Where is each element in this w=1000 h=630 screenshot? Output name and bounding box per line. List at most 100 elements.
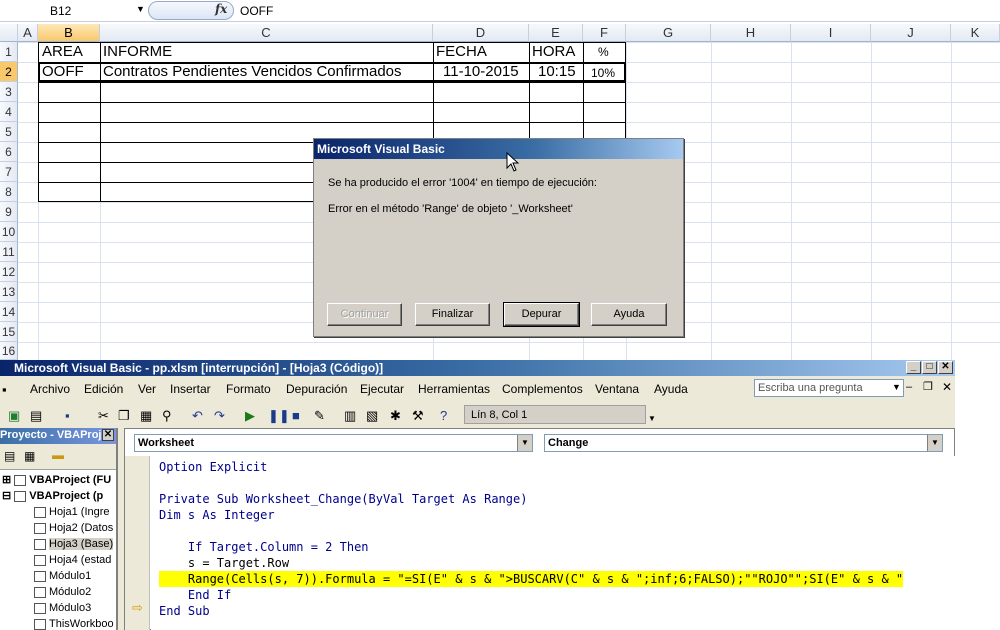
tree-item[interactable]: Hoja2 (Datos	[34, 520, 113, 536]
row-header-14[interactable]: 14	[0, 302, 18, 322]
chevron-down-icon[interactable]: ▼	[136, 4, 145, 14]
minimize-icon[interactable]: _	[906, 361, 921, 374]
column-header-c[interactable]: C	[100, 24, 433, 42]
undo-icon[interactable]: ↶	[192, 408, 203, 424]
row-header-2[interactable]: 2	[0, 62, 18, 82]
code-line[interactable]: Dim s As Integer	[159, 507, 275, 523]
tree-item-selected[interactable]: Hoja3 (Base)	[34, 536, 114, 552]
save-icon[interactable]: ▪	[65, 408, 70, 423]
row-header-9[interactable]: 9	[0, 202, 18, 222]
code-line[interactable]: End If	[159, 587, 231, 603]
column-header-i[interactable]: I	[791, 24, 871, 42]
column-header-h[interactable]: H	[711, 24, 791, 42]
select-all-corner[interactable]	[0, 24, 18, 42]
ask-question-input[interactable]: Escriba una pregunta	[754, 379, 904, 397]
procedure-dropdown[interactable]: Change ▼	[544, 434, 943, 452]
insert-function-icon[interactable]: fx	[215, 2, 227, 16]
tree-item[interactable]: Módulo3	[34, 600, 91, 616]
tree-item[interactable]: ⊟ VBAProject (p	[2, 488, 103, 504]
chevron-down-icon[interactable]: ▼	[517, 435, 532, 451]
object-dropdown[interactable]: Worksheet ▼	[134, 434, 533, 452]
project-explorer-title[interactable]: Proyecto - VBAProj ✕	[0, 428, 116, 444]
menu-depuracion[interactable]: Depuración	[286, 382, 347, 396]
restore-icon[interactable]: ❐	[923, 380, 933, 393]
view-object-icon[interactable]: ▦	[24, 449, 35, 463]
help-button[interactable]: Ayuda	[591, 303, 667, 326]
menu-edicion[interactable]: Edición	[84, 382, 123, 396]
breakpoint-margin[interactable]: ⇨	[125, 456, 150, 630]
formula-input[interactable]: OOFF	[240, 4, 273, 18]
object-browser-icon[interactable]: ✱	[390, 408, 401, 424]
row-header-6[interactable]: 6	[0, 142, 18, 162]
menu-ayuda[interactable]: Ayuda	[654, 382, 688, 396]
close-icon[interactable]: ✕	[102, 429, 114, 441]
code-line[interactable]: Option Explicit	[159, 459, 267, 475]
cell-area[interactable]: OOFF	[42, 62, 84, 82]
menu-complementos[interactable]: Complementos	[502, 382, 583, 396]
menu-herramientas[interactable]: Herramientas	[418, 382, 490, 396]
row-header-3[interactable]: 3	[0, 82, 18, 102]
break-icon[interactable]: ❚❚	[268, 408, 290, 424]
row-header-16[interactable]: 16	[0, 342, 18, 360]
row-header-11[interactable]: 11	[0, 242, 18, 262]
column-header-k[interactable]: K	[951, 24, 1000, 42]
column-header-a[interactable]: A	[18, 24, 38, 42]
copy-icon[interactable]: ❐	[118, 408, 130, 424]
code-line[interactable]: If Target.Column = 2 Then	[159, 539, 369, 555]
menu-archivo[interactable]: Archivo	[30, 382, 70, 396]
menu-ejecutar[interactable]: Ejecutar	[360, 382, 404, 396]
menu-formato[interactable]: Formato	[226, 382, 271, 396]
project-explorer-icon[interactable]: ▥	[344, 408, 356, 424]
view-excel-icon[interactable]: ▣	[8, 408, 20, 424]
help-icon[interactable]: ?	[440, 408, 447, 423]
tree-item[interactable]: Hoja4 (estad	[34, 552, 111, 568]
cell-fecha[interactable]: 11-10-2015	[443, 62, 519, 82]
row-header-7[interactable]: 7	[0, 162, 18, 182]
code-editor[interactable]: Option Explicit Private Sub Worksheet_Ch…	[151, 456, 956, 630]
toolbox-icon[interactable]: ⚒	[412, 408, 424, 424]
row-header-1[interactable]: 1	[0, 42, 18, 62]
app-icon[interactable]: ▪	[2, 382, 7, 397]
row-header-12[interactable]: 12	[0, 262, 18, 282]
tree-item[interactable]: Módulo2	[34, 584, 91, 600]
maximize-icon[interactable]: □	[922, 361, 937, 374]
code-line-highlighted[interactable]: Range(Cells(s, 7)).Formula = "=SI(E" & s…	[159, 571, 904, 587]
row-header-15[interactable]: 15	[0, 322, 18, 342]
column-header-g[interactable]: G	[626, 24, 711, 42]
chevron-down-icon[interactable]: ▼	[892, 382, 901, 392]
end-button[interactable]: Finalizar	[415, 303, 490, 326]
dialog-title[interactable]: Microsoft Visual Basic	[314, 139, 683, 159]
tree-item[interactable]: ⊞ VBAProject (FU	[2, 472, 111, 488]
header-cell-hora[interactable]: HORA	[532, 42, 575, 62]
menu-ventana[interactable]: Ventana	[595, 382, 639, 396]
header-cell-fecha[interactable]: FECHA	[436, 42, 487, 62]
menu-ver[interactable]: Ver	[138, 382, 156, 396]
row-header-13[interactable]: 13	[0, 282, 18, 302]
header-cell-percent[interactable]: %	[598, 42, 609, 62]
row-header-10[interactable]: 10	[0, 222, 18, 242]
column-header-d[interactable]: D	[433, 24, 529, 42]
column-header-e[interactable]: E	[529, 24, 583, 42]
code-line[interactable]: s = Target.Row	[159, 555, 289, 571]
code-line[interactable]: Private Sub Worksheet_Change(ByVal Targe…	[159, 491, 527, 507]
tree-item[interactable]: Módulo1	[34, 568, 91, 584]
name-box[interactable]: B12	[0, 1, 148, 21]
insert-module-icon[interactable]: ▤	[30, 408, 42, 424]
toolbar-options-icon[interactable]: ▼	[648, 414, 656, 423]
chevron-down-icon[interactable]: ▼	[927, 435, 942, 451]
cut-icon[interactable]: ✂	[98, 408, 109, 424]
cell-informe[interactable]: Contratos Pendientes Vencidos Confirmado…	[103, 62, 402, 82]
row-header-8[interactable]: 8	[0, 182, 18, 202]
close-icon[interactable]: ✕	[938, 361, 953, 374]
cell-percent[interactable]: 10%	[591, 63, 615, 83]
vbe-title-bar[interactable]: Microsoft Visual Basic - pp.xlsm [interr…	[0, 360, 955, 376]
row-header-5[interactable]: 5	[0, 122, 18, 142]
column-header-b[interactable]: B	[38, 24, 100, 42]
header-cell-area[interactable]: AREA	[42, 42, 83, 62]
close-icon[interactable]: ✕	[942, 380, 952, 394]
design-mode-icon[interactable]: ✎	[314, 408, 325, 424]
column-header-j[interactable]: J	[871, 24, 951, 42]
paste-icon[interactable]: ▦	[140, 408, 152, 424]
cell-hora[interactable]: 10:15	[538, 62, 576, 82]
column-header-f[interactable]: F	[583, 24, 626, 42]
